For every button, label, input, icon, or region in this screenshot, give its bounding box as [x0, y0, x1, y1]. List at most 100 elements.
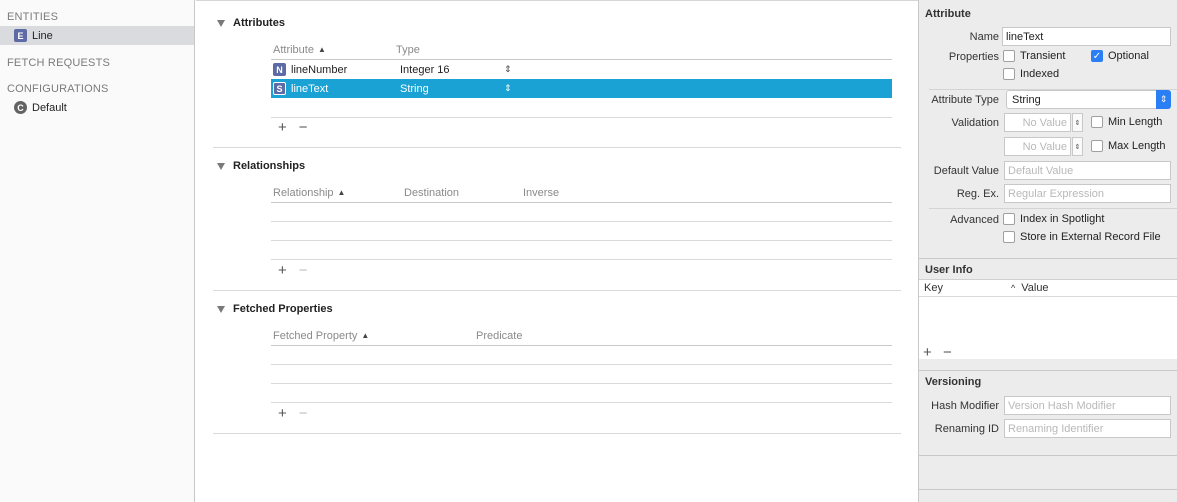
configuration-badge-icon: C	[14, 101, 27, 114]
entity-item-line[interactable]: E Line	[0, 26, 194, 45]
entity-editor: Attributes Attribute ▲ Type N lineNumber …	[196, 0, 918, 502]
relationships-add-remove: + −	[278, 262, 308, 279]
inverse-column-header[interactable]: Inverse	[523, 187, 559, 199]
entity-navigator: ENTITIES E Line FETCH REQUESTS CONFIGURA…	[0, 0, 195, 502]
attributes-section-title[interactable]: Attributes	[217, 17, 285, 29]
section-divider	[213, 147, 901, 148]
bottom-divider	[919, 489, 1177, 490]
hash-modifier-label: Hash Modifier	[931, 400, 999, 412]
table-bottom-divider	[271, 117, 892, 118]
section-divider	[213, 290, 901, 291]
remove-relationship-button[interactable]: −	[299, 262, 308, 279]
relationships-section-title[interactable]: Relationships	[217, 160, 306, 172]
remove-attribute-button[interactable]: −	[299, 119, 308, 136]
checkbox-icon	[1003, 231, 1015, 243]
index-spotlight-label: Index in Spotlight	[1020, 213, 1105, 225]
attributes-add-remove: + −	[278, 119, 308, 136]
user-info-table[interactable]: Key ^ Value + −	[919, 279, 1177, 361]
row-divider	[271, 240, 892, 241]
type-popup-chevron-icon[interactable]: ⇕	[504, 83, 512, 94]
predicate-column-header[interactable]: Predicate	[476, 330, 522, 342]
versioning-title: Versioning	[925, 376, 982, 388]
section-divider	[919, 370, 1177, 371]
remove-fetched-property-button[interactable]: −	[299, 405, 308, 422]
regex-field[interactable]: Regular Expression	[1004, 184, 1171, 203]
data-model-inspector: Attribute Name lineText Properties Trans…	[918, 0, 1177, 502]
row-divider	[271, 383, 892, 384]
row-divider	[271, 221, 892, 222]
index-spotlight-checkbox[interactable]: Index in Spotlight	[1003, 213, 1104, 225]
max-value-field[interactable]: No Value	[1004, 137, 1071, 156]
min-value-stepper-icon[interactable]: ⇕	[1072, 113, 1083, 132]
attribute-column-label: Attribute	[273, 44, 314, 56]
key-column-header[interactable]: Key	[924, 282, 943, 294]
name-field[interactable]: lineText	[1002, 27, 1171, 46]
table-row[interactable]: N lineNumber Integer 16 ⇕	[271, 60, 892, 79]
popup-chevron-icon: ⇕	[1156, 90, 1171, 109]
attribute-column-header[interactable]: Attribute ▲	[273, 44, 326, 56]
destination-column-header[interactable]: Destination	[404, 187, 459, 199]
entities-header: ENTITIES	[7, 11, 59, 23]
header-divider	[271, 345, 892, 346]
hash-modifier-field[interactable]: Version Hash Modifier	[1004, 396, 1171, 415]
transient-checkbox[interactable]: Transient	[1003, 50, 1065, 62]
table-row-selected[interactable]: S lineText String ⇕	[271, 79, 892, 98]
default-value-field[interactable]: Default Value	[1004, 161, 1171, 180]
add-user-info-button[interactable]: +	[923, 344, 932, 361]
attribute-name: lineText	[291, 82, 329, 95]
attribute-type-label: Attribute Type	[931, 94, 999, 106]
disclosure-triangle-icon[interactable]	[217, 162, 225, 170]
optional-label: Optional	[1108, 50, 1149, 62]
max-length-checkbox[interactable]: Max Length	[1091, 140, 1165, 152]
type-popup-chevron-icon[interactable]: ⇕	[504, 64, 512, 75]
optional-checkbox[interactable]: ✓ Optional	[1091, 50, 1149, 62]
validation-label: Validation	[951, 117, 1000, 129]
section-divider	[213, 433, 901, 434]
name-label: Name	[969, 31, 999, 43]
sort-ascending-icon: ▲	[361, 331, 370, 340]
regex-label: Reg. Ex.	[956, 188, 999, 200]
table-bottom-divider	[271, 259, 892, 260]
checkbox-icon	[1091, 140, 1103, 152]
attribute-type-value: String	[1012, 93, 1041, 106]
entity-label: Line	[32, 29, 53, 42]
attribute-type-popup[interactable]: String ⇕	[1006, 90, 1171, 109]
min-length-label: Min Length	[1108, 116, 1163, 128]
attributes-title-text: Attributes	[233, 17, 285, 29]
configurations-header: CONFIGURATIONS	[7, 83, 109, 95]
relationship-column-header[interactable]: Relationship ▲	[273, 187, 345, 199]
attribute-type[interactable]: Integer 16	[400, 64, 450, 76]
indexed-checkbox[interactable]: Indexed	[1003, 68, 1059, 80]
min-value-field[interactable]: No Value	[1004, 113, 1071, 132]
renaming-id-field[interactable]: Renaming Identifier	[1004, 419, 1171, 438]
add-fetched-property-button[interactable]: +	[278, 405, 287, 422]
row-divider	[271, 364, 892, 365]
default-value-label: Default Value	[933, 165, 999, 177]
remove-user-info-button[interactable]: −	[943, 344, 952, 361]
checkmark-icon: ✓	[1091, 50, 1103, 62]
user-info-title: User Info	[925, 264, 973, 276]
disclosure-triangle-icon[interactable]	[217, 305, 225, 313]
min-length-checkbox[interactable]: Min Length	[1091, 116, 1162, 128]
max-value-stepper-icon[interactable]: ⇕	[1072, 137, 1083, 156]
transient-label: Transient	[1020, 50, 1066, 62]
properties-label: Properties	[948, 51, 999, 63]
checkbox-icon	[1003, 213, 1015, 225]
entity-badge-icon: E	[14, 29, 27, 42]
divider	[929, 208, 1177, 209]
add-relationship-button[interactable]: +	[278, 262, 287, 279]
relationships-title-text: Relationships	[233, 160, 306, 172]
value-column-label: Value	[1021, 282, 1049, 294]
add-attribute-button[interactable]: +	[278, 119, 287, 136]
external-storage-checkbox[interactable]: Store in External Record File	[1003, 231, 1161, 243]
section-divider	[919, 455, 1177, 456]
type-column-header[interactable]: Type	[396, 44, 420, 56]
configuration-item-default[interactable]: C Default	[0, 98, 194, 117]
disclosure-triangle-icon[interactable]	[217, 19, 225, 27]
checkbox-icon	[1003, 68, 1015, 80]
fetched-property-column-header[interactable]: Fetched Property ▲	[273, 330, 369, 342]
attribute-inspector-title: Attribute	[925, 8, 971, 20]
fetched-properties-section-title[interactable]: Fetched Properties	[217, 303, 333, 315]
attribute-type[interactable]: String	[400, 83, 429, 95]
value-column-header[interactable]: ^ Value	[1011, 282, 1049, 294]
